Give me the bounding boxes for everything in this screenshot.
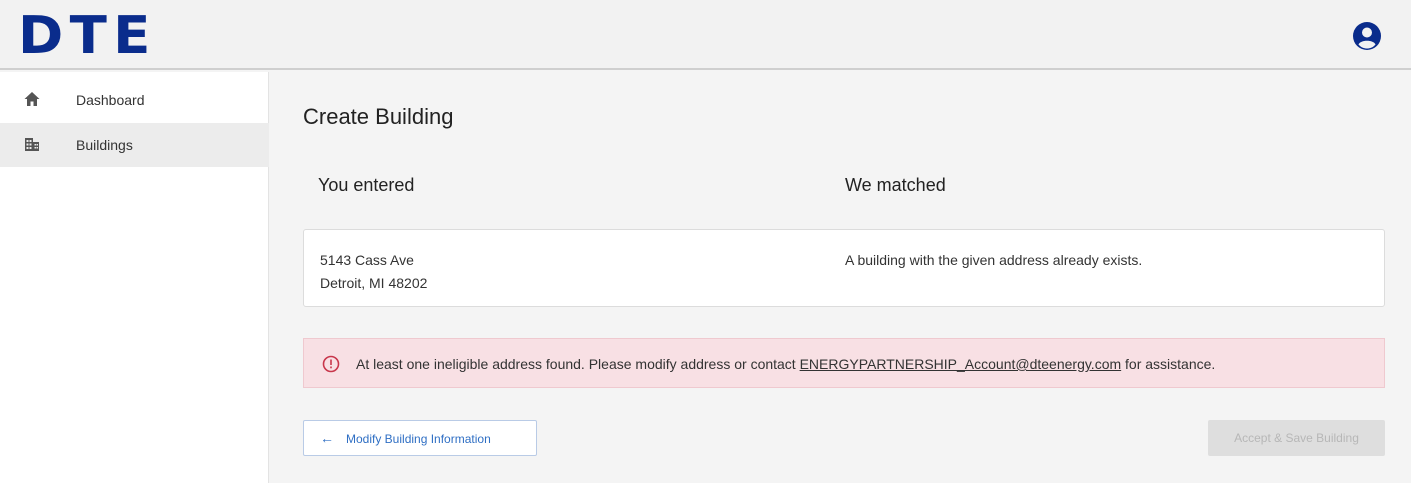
- sidebar-item-label: Buildings: [76, 137, 133, 153]
- main-content: Create Building You entered We matched 5…: [270, 72, 1411, 483]
- alert-text-before: At least one ineligible address found. P…: [356, 356, 800, 372]
- modify-building-label: Modify Building Information: [346, 432, 491, 446]
- sidebar: Dashboard Buildings: [0, 72, 269, 483]
- buildings-icon: [25, 138, 39, 151]
- dte-logo[interactable]: DTE: [18, 6, 157, 66]
- alert-message: At least one ineligible address found. P…: [356, 356, 1215, 372]
- support-email-link[interactable]: ENERGYPARTNERSHIP_Account@dteenergy.com: [800, 356, 1122, 372]
- account-button[interactable]: [1352, 21, 1382, 51]
- sidebar-item-label: Dashboard: [76, 92, 145, 108]
- account-circle-icon: [1353, 22, 1381, 50]
- address-match-card: 5143 Cass Ave Detroit, MI 48202 A buildi…: [303, 229, 1385, 307]
- home-icon: [24, 92, 40, 106]
- alert-text-after: for assistance.: [1121, 356, 1216, 372]
- modify-building-button[interactable]: ← Modify Building Information: [303, 420, 537, 456]
- matched-message: A building with the given address alread…: [845, 252, 1143, 268]
- alert-circle-icon: [322, 355, 340, 373]
- sidebar-item-buildings[interactable]: Buildings: [0, 123, 269, 167]
- error-alert: At least one ineligible address found. P…: [303, 338, 1385, 388]
- app-header: DTE: [0, 0, 1411, 70]
- accept-save-button[interactable]: Accept & Save Building: [1208, 420, 1385, 456]
- arrow-left-icon: ←: [320, 430, 334, 446]
- entered-heading: You entered: [318, 175, 415, 195]
- page-title: Create Building: [303, 104, 454, 129]
- matched-heading: We matched: [845, 175, 946, 195]
- sidebar-item-dashboard[interactable]: Dashboard: [0, 78, 269, 122]
- entered-address-line2: Detroit, MI 48202: [320, 275, 428, 291]
- entered-address-line1: 5143 Cass Ave: [320, 252, 414, 268]
